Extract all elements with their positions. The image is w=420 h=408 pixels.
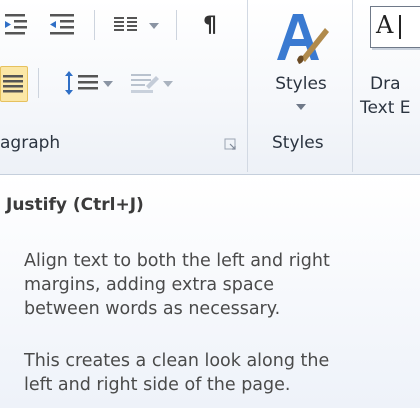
justify-button[interactable]: [0, 66, 28, 102]
separator: [38, 68, 39, 98]
chevron-down-icon: [103, 81, 113, 87]
line-spacing-button[interactable]: [58, 66, 118, 100]
columns-icon: [114, 17, 137, 31]
text-cursor: [399, 15, 401, 39]
tooltip-description-line: between words as necessary.: [24, 299, 281, 319]
paragraph-dialog-launcher[interactable]: [224, 138, 238, 152]
decrease-indent-icon: [5, 14, 27, 35]
draw-text-box-button[interactable]: A Dra Text E: [360, 2, 420, 124]
separator: [176, 10, 177, 40]
increase-indent-icon: [50, 14, 74, 35]
pilcrow-icon: ¶: [203, 13, 217, 38]
paragraph-group-label: agraph: [0, 133, 61, 153]
dialog-launcher-icon: [224, 138, 236, 150]
styles-button-label: Styles: [275, 74, 327, 94]
ribbon: ¶ agraph Styles Styles A Dra Text E: [0, 0, 420, 175]
tooltip-description-line: margins, adding extra space: [24, 275, 275, 295]
group-separator: [247, 0, 248, 172]
tooltip-description: Align text to both the left and right ma…: [24, 249, 414, 321]
group-separator: [352, 0, 353, 172]
tooltip-detail: This creates a clean look along the left…: [24, 349, 414, 397]
text-box-icon: A: [370, 6, 420, 48]
chevron-down-icon: [149, 23, 159, 29]
justify-icon: [3, 75, 23, 93]
separator: [94, 10, 95, 40]
show-paragraph-marks-button[interactable]: ¶: [196, 8, 226, 42]
draw-text-box-label-line2: Text E: [360, 98, 411, 118]
tooltip-title: Justify (Ctrl+J): [6, 195, 144, 215]
tooltip-description-line: Align text to both the left and right: [24, 251, 330, 271]
chevron-down-icon: [296, 104, 306, 110]
line-spacing-icon: [65, 71, 98, 95]
chevron-down-icon: [163, 81, 173, 87]
tooltip-detail-line: This creates a clean look along the: [24, 351, 330, 371]
styles-button[interactable]: Styles: [258, 2, 344, 124]
decrease-indent-button[interactable]: [2, 8, 36, 42]
styles-icon: [277, 14, 329, 64]
increase-indent-button[interactable]: [44, 8, 80, 42]
tooltip: Justify (Ctrl+J) Align text to both the …: [0, 175, 420, 408]
shading-button[interactable]: [126, 66, 178, 100]
styles-group-label: Styles: [272, 133, 324, 153]
draw-text-box-label-line1: Dra: [370, 74, 401, 94]
columns-button[interactable]: [110, 8, 166, 42]
tooltip-detail-line: left and right side of the page.: [24, 375, 291, 395]
